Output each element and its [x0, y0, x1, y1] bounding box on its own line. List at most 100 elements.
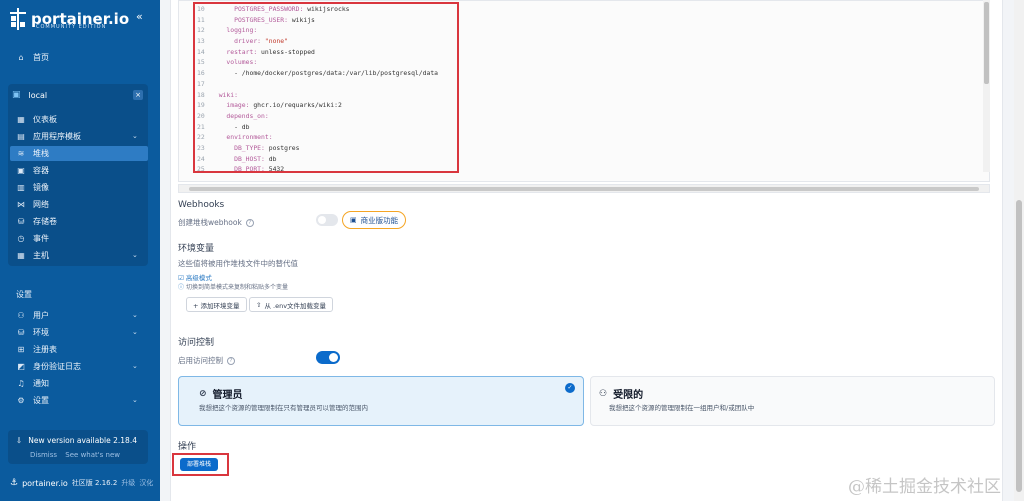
sidebar-item-label: 首页	[33, 52, 49, 62]
sidebar-item-label: 通知	[33, 378, 49, 388]
sidebar-item-home[interactable]: ⌂ 首页	[16, 50, 49, 64]
portainer-footer-icon: ⚓	[10, 478, 19, 488]
advanced-mode-hint: ⓘ 切换到简单模式来复制和粘贴多个变量	[178, 282, 288, 291]
sidebar-item-users[interactable]: ⚇ 用户 ⌄	[16, 308, 137, 322]
bell-icon: ♫	[17, 378, 25, 388]
sidebar-item-images[interactable]: ▥ 镜像	[16, 180, 49, 194]
templates-icon: ▤	[17, 131, 25, 141]
volumes-icon: ⛁	[17, 216, 25, 226]
compose-code-area[interactable]: 10 POSTGRES_PASSWORD: wikijsrocks 11 POS…	[193, 2, 459, 173]
sidebar-item-label: 身份验证日志	[33, 361, 81, 371]
access-control-toggle[interactable]	[316, 351, 340, 364]
containers-icon: ▣	[17, 165, 25, 175]
upload-icon: ⇧	[256, 300, 262, 309]
eye-off-icon: ⊘	[199, 388, 207, 399]
whats-new-link[interactable]: See what's new	[65, 451, 120, 459]
code-line: 22 environment:	[197, 133, 273, 142]
admin-option-card[interactable]: ⊘ 管理员 我想把这个资源的管理限制在只有管理员可以管理的范围内 ✓	[178, 376, 584, 426]
briefcase-icon: ▣	[350, 216, 357, 224]
sidebar-item-label: 网络	[33, 199, 49, 209]
close-environment-icon[interactable]: ×	[133, 90, 143, 100]
code-line: 13 driver: "none"	[197, 37, 288, 46]
dismiss-link[interactable]: Dismiss	[30, 451, 57, 459]
code-line: 11 POSTGRES_USER: wikijs	[197, 15, 315, 24]
access-control-label: 启用访问控制	[178, 356, 223, 365]
load-env-file-button[interactable]: ⇧ 从 .env文件加载变量	[249, 297, 334, 312]
help-icon[interactable]: ?	[245, 218, 254, 227]
update-actions: Dismiss See what's new	[30, 451, 120, 459]
sidebar-footer: ⚓ portainer.io 社区版 2.16.2 升级 汉化	[10, 478, 153, 488]
code-line: 14 restart: unless-stopped	[197, 47, 315, 56]
upgrade-link[interactable]: 升级	[121, 478, 135, 488]
admin-option-title-row: ⊘ 管理员	[199, 386, 243, 402]
help-icon[interactable]: ?	[227, 356, 235, 365]
sidebar-item-dashboard[interactable]: ▦ 仪表板	[16, 112, 57, 126]
restricted-option-title-row: ⚇ 受限的	[599, 386, 643, 402]
webhook-label-row: 创建堆栈webhook ?	[178, 217, 254, 228]
events-icon: ◷	[17, 233, 25, 243]
info-icon: ⓘ	[178, 284, 185, 291]
code-line: 20 depends_on:	[197, 111, 269, 120]
sidebar-item-label: 事件	[33, 233, 49, 243]
networks-icon: ⋈	[17, 199, 25, 209]
sidebar: portainer.io COMMUNITY EDITION « ⌂ 首页 ▣ …	[0, 0, 160, 501]
editor-horizontal-scrollbar[interactable]	[178, 184, 990, 193]
footer-edition: 社区版 2.16.2	[71, 479, 118, 487]
sidebar-item-label: 仪表板	[33, 114, 57, 124]
chevron-down-icon: ⌄	[132, 396, 138, 404]
sidebar-item-auth-logs[interactable]: ◩ 身份验证日志 ⌄	[16, 359, 138, 373]
sidebar-item-label: 设置	[33, 395, 49, 405]
advanced-mode-link[interactable]: ☑ 高级模式	[178, 272, 212, 282]
sidebar-item-label: 镜像	[33, 182, 49, 192]
sidebar-item-networks[interactable]: ⋈ 网络	[16, 197, 49, 211]
auth-logs-icon: ◩	[17, 361, 25, 371]
restricted-option-description: 我想把这个资源的管理限制在一组用户和/或团队中	[609, 404, 755, 412]
load-env-file-label: 从 .env文件加载变量	[264, 301, 327, 310]
sidebar-item-registries[interactable]: ⊞ 注册表	[16, 342, 57, 356]
actions-title: 操作	[178, 442, 197, 452]
update-title: New version available 2.18.4	[28, 436, 137, 445]
chevron-down-icon: ⌄	[132, 132, 138, 140]
restricted-option-card[interactable]: ⚇ 受限的 我想把这个资源的管理限制在一组用户和/或团队中	[590, 376, 995, 426]
users-icon: ⚇	[17, 310, 25, 320]
business-feature-badge[interactable]: ▣ 商业版功能	[342, 211, 407, 229]
dashboard-icon: ▦	[17, 114, 25, 124]
selected-check-icon: ✓	[565, 383, 575, 393]
code-line: 10 POSTGRES_PASSWORD: wikijsrocks	[197, 5, 350, 13]
sidebar-item-label: 注册表	[33, 344, 57, 354]
images-icon: ▥	[17, 182, 25, 192]
sidebar-item-environments[interactable]: ⛁ 环境 ⌄	[16, 325, 138, 339]
sidebar-item-events[interactable]: ◷ 事件	[16, 231, 50, 245]
localization-link[interactable]: 汉化	[139, 478, 153, 488]
sidebar-item-containers[interactable]: ▣ 容器	[16, 163, 49, 177]
sidebar-item-stacks[interactable]: ≋ 堆栈	[16, 146, 49, 160]
collapse-sidebar-icon[interactable]: «	[136, 10, 143, 23]
code-line: 24 DB_HOST: db	[197, 154, 277, 163]
access-control-label-row: 启用访问控制 ?	[178, 355, 235, 366]
sidebar-item-volumes[interactable]: ⛁ 存储卷	[16, 214, 57, 228]
access-control-title: 访问控制	[178, 338, 215, 348]
sidebar-item-label: 堆栈	[33, 148, 49, 158]
admin-option-description: 我想把这个资源的管理限制在只有管理员可以管理的范围内	[199, 404, 368, 412]
sidebar-item-host[interactable]: ▦ 主机 ⌄	[16, 248, 138, 262]
sidebar-item-templates[interactable]: ▤ 应用程序模板 ⌄	[16, 129, 138, 143]
sidebar-item-label: 存储卷	[33, 216, 57, 226]
brand-subtitle: COMMUNITY EDITION	[36, 24, 107, 30]
editor-vertical-scrollbar[interactable]	[983, 0, 990, 172]
sidebar-item-notifications[interactable]: ♫ 通知	[16, 376, 49, 390]
sidebar-item-label: 主机	[33, 250, 49, 260]
gear-icon: ⚙	[17, 395, 25, 405]
admin-option-title: 管理员	[212, 390, 243, 401]
docker-icon: ▣	[12, 90, 21, 100]
edit-icon: ☑	[178, 274, 184, 282]
deploy-stack-button[interactable]: 部署堆栈	[180, 458, 218, 471]
settings-section-header: 设置	[16, 290, 32, 299]
webhook-toggle[interactable]	[316, 214, 338, 226]
add-env-var-button[interactable]: + 添加环境变量	[186, 297, 247, 312]
page-scrollbar[interactable]	[1014, 0, 1024, 501]
chevron-down-icon: ⌄	[132, 311, 138, 319]
sidebar-item-settings[interactable]: ⚙ 设置 ⌄	[16, 393, 137, 407]
advanced-mode-hint-text: 切换到简单模式来复制和粘贴多个变量	[185, 284, 288, 291]
code-line: 15 volumes:	[197, 58, 258, 67]
chevron-down-icon: ⌄	[132, 362, 138, 370]
